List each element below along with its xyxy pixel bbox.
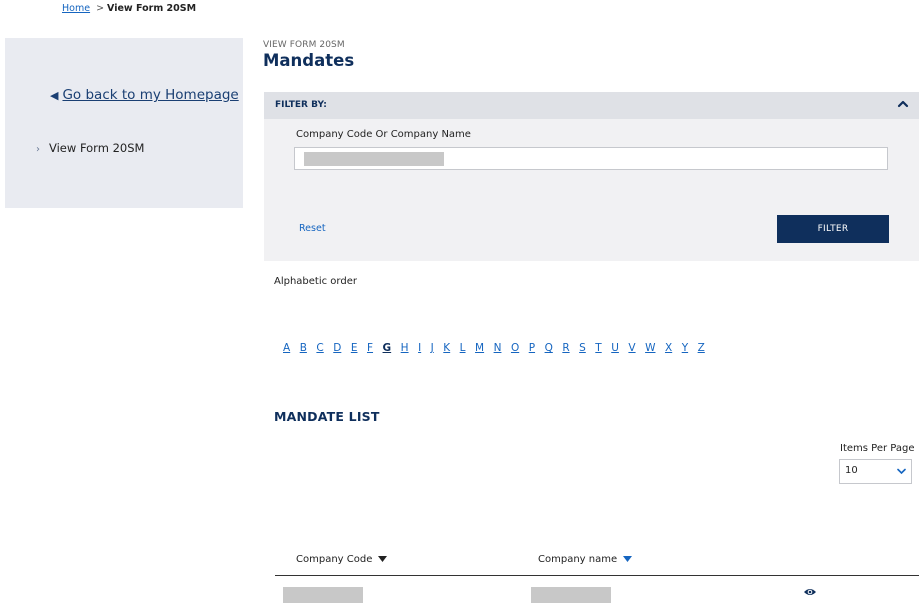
alphabet-letter-r[interactable]: R [562, 342, 569, 354]
alphabet-letter-c[interactable]: C [316, 342, 323, 354]
filter-header[interactable]: FILTER BY: [264, 92, 919, 119]
alphabet-letter-x[interactable]: X [665, 342, 672, 354]
mandate-list-title: MANDATE LIST [274, 409, 380, 424]
alphabet-letter-z[interactable]: Z [698, 342, 705, 354]
sort-down-icon [378, 556, 388, 562]
column-header-company-code[interactable]: Company Code [296, 554, 388, 565]
eye-icon[interactable] [803, 587, 817, 597]
breadcrumb-separator: > [96, 3, 105, 14]
alphabet-letter-y[interactable]: Y [682, 342, 688, 354]
alphabet-letter-d[interactable]: D [333, 342, 341, 354]
filter-button[interactable]: FILTER [777, 215, 889, 243]
sidebar-item-label: View Form 20SM [49, 141, 145, 155]
chevron-right-icon: › [36, 144, 40, 155]
alphabet-letter-o[interactable]: O [511, 342, 519, 354]
redacted-input-value [304, 152, 444, 166]
redacted-company-name-cell [531, 587, 611, 603]
alphabet-letter-s[interactable]: S [579, 342, 586, 354]
alphabet-letter-q[interactable]: Q [545, 342, 553, 354]
sort-down-icon [623, 556, 633, 562]
items-per-page-select[interactable]: 10 [839, 459, 912, 484]
items-per-page-value: 10 [845, 465, 858, 476]
alphabet-letter-v[interactable]: V [628, 342, 635, 354]
company-search-input[interactable] [294, 147, 888, 170]
alphabet-letter-j[interactable]: J [431, 342, 434, 354]
column-header-label: Company Code [296, 554, 373, 565]
alphabet-letter-e[interactable]: E [351, 342, 358, 354]
chevron-up-icon[interactable] [897, 98, 909, 110]
company-field-label: Company Code Or Company Name [296, 129, 471, 140]
alphabet-letter-i[interactable]: I [418, 342, 421, 354]
page-kicker: VIEW FORM 20SM [263, 40, 345, 50]
redacted-company-code-cell [283, 587, 363, 603]
alphabet-letter-t[interactable]: T [595, 342, 601, 354]
alphabet-letter-p[interactable]: P [529, 342, 535, 354]
filter-body: Company Code Or Company Name Reset FILTE… [264, 119, 919, 261]
alphabetic-order-label: Alphabetic order [274, 276, 357, 287]
table-header-divider [275, 575, 919, 576]
reset-link[interactable]: Reset [299, 223, 326, 234]
column-header-company-name[interactable]: Company name [538, 554, 633, 565]
alphabet-letter-f[interactable]: F [367, 342, 373, 354]
filter-heading: FILTER BY: [275, 100, 327, 110]
page-title: Mandates [263, 51, 355, 70]
column-header-label: Company name [538, 554, 618, 565]
alphabet-letter-k[interactable]: K [443, 342, 450, 354]
alphabet-letter-g[interactable]: G [383, 342, 392, 354]
alphabet-letter-l[interactable]: L [460, 342, 466, 354]
alphabet-letter-b[interactable]: B [300, 342, 307, 354]
alphabet-letter-m[interactable]: M [475, 342, 484, 354]
back-to-homepage-link[interactable]: ◀ Go back to my Homepage [50, 87, 239, 103]
breadcrumb-home-link[interactable]: Home [62, 3, 90, 14]
items-per-page-label: Items Per Page [840, 443, 915, 454]
chevron-down-icon [897, 468, 906, 475]
sidebar-item-view-form-20sm[interactable]: › View Form 20SM [36, 141, 144, 155]
alphabet-letter-n[interactable]: N [494, 342, 502, 354]
alphabet-letter-h[interactable]: H [401, 342, 409, 354]
sidebar: ◀ Go back to my Homepage › View Form 20SM [5, 38, 243, 208]
alphabet-letter-u[interactable]: U [611, 342, 619, 354]
back-link-label: Go back to my Homepage [62, 87, 239, 103]
alphabet-letter-a[interactable]: A [283, 342, 290, 354]
breadcrumb: Home > View Form 20SM [62, 3, 196, 14]
triangle-left-icon: ◀ [50, 89, 59, 102]
breadcrumb-current: View Form 20SM [107, 3, 197, 14]
alphabet-nav: ABCDEFGHIJKLMNOPQRSTUVWXYZ [283, 342, 714, 354]
alphabet-letter-w[interactable]: W [645, 342, 655, 354]
